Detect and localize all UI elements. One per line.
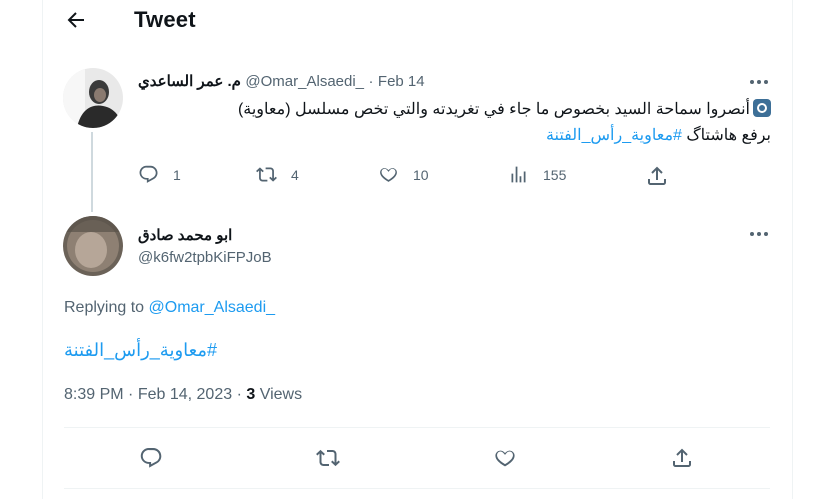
retweet-count: 4 <box>291 166 299 183</box>
more-icon[interactable] <box>747 222 771 246</box>
tweet-text: أنصروا سماحة السيد بخصوص ما جاء في تغريد… <box>237 101 750 118</box>
author-handle[interactable]: @Omar_Alsaedi_ <box>245 73 364 90</box>
share-icon[interactable] <box>645 164 669 188</box>
replying-to-handle[interactable]: @Omar_Alsaedi_ <box>149 299 276 316</box>
tweet-author-name-row: ابو محمد صادق <box>138 226 232 245</box>
column-border-left <box>42 0 43 499</box>
avatar-image <box>63 68 123 128</box>
views-count: 155 <box>543 166 567 183</box>
like-button[interactable]: 10 <box>378 164 429 185</box>
reply-icon[interactable] <box>139 446 163 470</box>
author-handle[interactable]: @k6fw2tpbKiFPJoB <box>138 249 272 266</box>
separator: · <box>368 73 374 90</box>
share-icon[interactable] <box>670 446 694 470</box>
tweet-time[interactable]: 8:39 PM <box>64 386 124 403</box>
tweet-date[interactable]: Feb 14, 2023 <box>138 386 232 403</box>
thread-line <box>91 132 93 212</box>
author-name[interactable]: ابو محمد صادق <box>138 227 232 244</box>
views-button[interactable]: 155 <box>508 164 566 185</box>
avatar[interactable] <box>63 216 123 276</box>
reply-icon <box>139 165 158 183</box>
like-count: 10 <box>413 166 429 183</box>
header: Tweet <box>42 0 792 44</box>
tweet-text-line2: برفع هاشتاگ #معاوية_رأس_الفتنة <box>546 124 771 148</box>
views-count: 3 <box>246 386 256 403</box>
tweet-body: #معاوية_رأس_الفتنة <box>64 340 217 361</box>
reply-count: 1 <box>173 166 181 183</box>
avatar[interactable] <box>63 68 123 128</box>
tweet-date[interactable]: Feb 14 <box>378 73 425 90</box>
author-name[interactable]: م. عمر الساعدي <box>138 73 241 90</box>
tweet-author-handle-row: @k6fw2tpbKiFPJoB <box>138 249 272 267</box>
retweet-button[interactable]: 4 <box>256 164 299 185</box>
hashtag-link[interactable]: #معاوية_رأس_الفتنة <box>64 340 217 360</box>
retweet-icon[interactable] <box>316 446 340 470</box>
avatar-image <box>63 216 123 276</box>
tweet-text-line1: أنصروا سماحة السيد بخصوص ما جاء في تغريد… <box>238 98 771 122</box>
retweet-icon <box>256 167 277 182</box>
more-icon[interactable] <box>747 70 771 94</box>
heart-icon <box>380 168 397 182</box>
separator: · <box>236 386 242 403</box>
page-title: Tweet <box>134 7 196 32</box>
column-border-right <box>792 0 793 499</box>
replying-to-label: Replying to <box>64 299 145 316</box>
tweet-text-prefix: برفع هاشتاگ <box>686 127 771 144</box>
heart-icon[interactable] <box>493 446 517 470</box>
reply-button[interactable]: 1 <box>138 164 181 185</box>
analytics-icon <box>511 166 526 183</box>
radio-emoji-icon <box>753 99 771 117</box>
views-label: Views <box>259 386 303 403</box>
separator: · <box>128 386 134 403</box>
divider <box>64 488 770 489</box>
divider <box>64 427 770 428</box>
tweet-author-row: م. عمر الساعدي @Omar_Alsaedi_ · Feb 14 <box>138 72 425 91</box>
hashtag-link[interactable]: #معاوية_رأس_الفتنة <box>546 127 682 144</box>
tweet-meta: 8:39 PM · Feb 14, 2023 · 3 Views <box>64 386 302 404</box>
arrow-left-icon[interactable] <box>64 8 88 32</box>
replying-to: Replying to @Omar_Alsaedi_ <box>64 299 275 317</box>
